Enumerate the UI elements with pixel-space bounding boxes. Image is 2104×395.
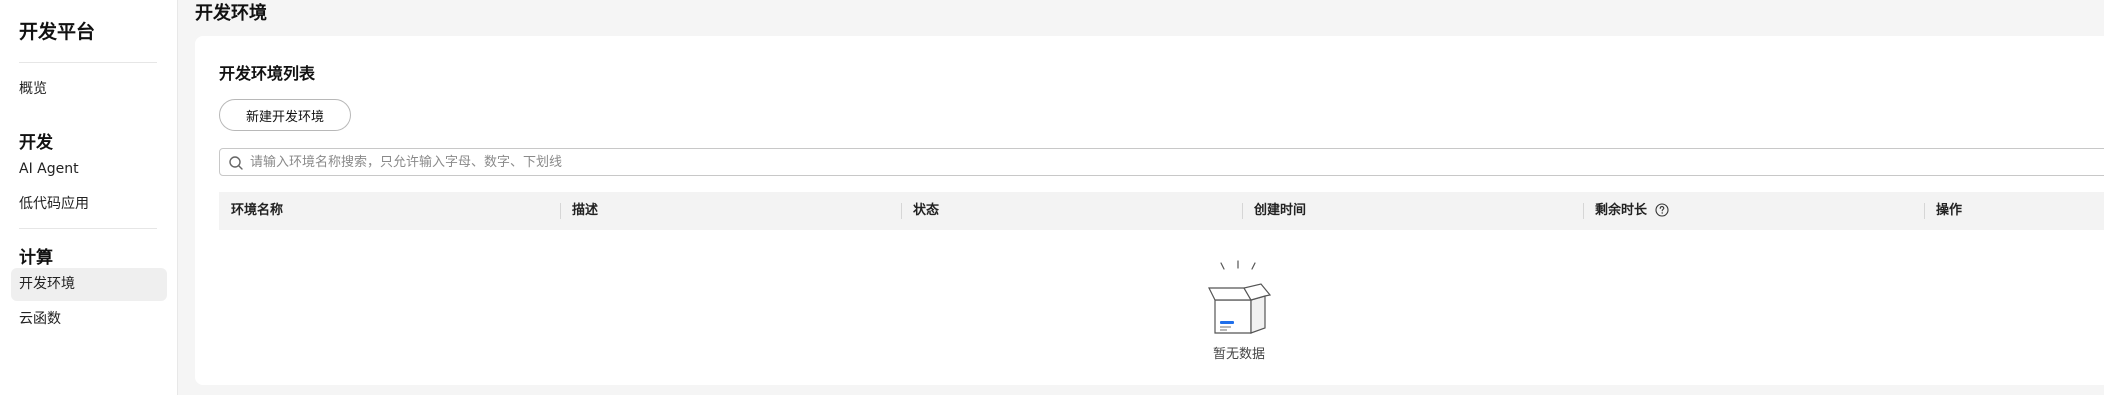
sidebar-divider [19,62,157,63]
sidebar-item-ai-agent[interactable]: AI Agent [11,153,167,186]
page-title: 开发环境 [195,3,267,24]
sidebar-item-cloud-function[interactable]: 云函数 [11,303,167,336]
column-divider [560,203,561,219]
column-divider [1924,203,1925,219]
environment-list-card: 开发环境列表 新建开发环境 环境名称 描述 状态 创建时间 剩余时长 [195,36,2104,385]
empty-state-text: 暂无数据 [1212,347,1265,362]
table-header: 环境名称 描述 状态 创建时间 剩余时长 操作 [219,192,2104,230]
search-icon [228,155,244,171]
column-header-description: 描述 [572,203,599,218]
column-header-created-time: 创建时间 [1254,203,1307,218]
help-icon[interactable] [1654,195,1669,217]
column-header-remaining-time-label: 剩余时长 [1595,203,1648,218]
column-header-env-name: 环境名称 [231,203,284,218]
empty-box-icon [1193,260,1283,340]
column-divider [901,203,902,219]
search-box[interactable] [219,148,2104,176]
sidebar-item-lowcode-app[interactable]: 低代码应用 [11,188,167,221]
sidebar: 开发平台 概览 开发 AI Agent 低代码应用 计算 开发环境 云函数 [0,0,178,395]
sidebar-divider [19,228,157,229]
new-environment-button[interactable]: 新建开发环境 [219,99,351,131]
column-header-actions: 操作 [1936,203,1963,218]
sidebar-group-compute: 计算 [19,248,53,268]
sidebar-item-overview[interactable]: 概览 [11,73,167,106]
column-divider [1242,203,1243,219]
column-header-status: 状态 [913,203,940,218]
card-title: 开发环境列表 [219,64,316,83]
sidebar-item-dev-environment[interactable]: 开发环境 [11,268,167,301]
brand-title: 开发平台 [19,21,96,43]
column-header-remaining-time: 剩余时长 [1595,192,1669,230]
search-input[interactable] [250,151,2050,173]
sidebar-group-develop: 开发 [19,133,53,153]
column-divider [1583,203,1584,219]
